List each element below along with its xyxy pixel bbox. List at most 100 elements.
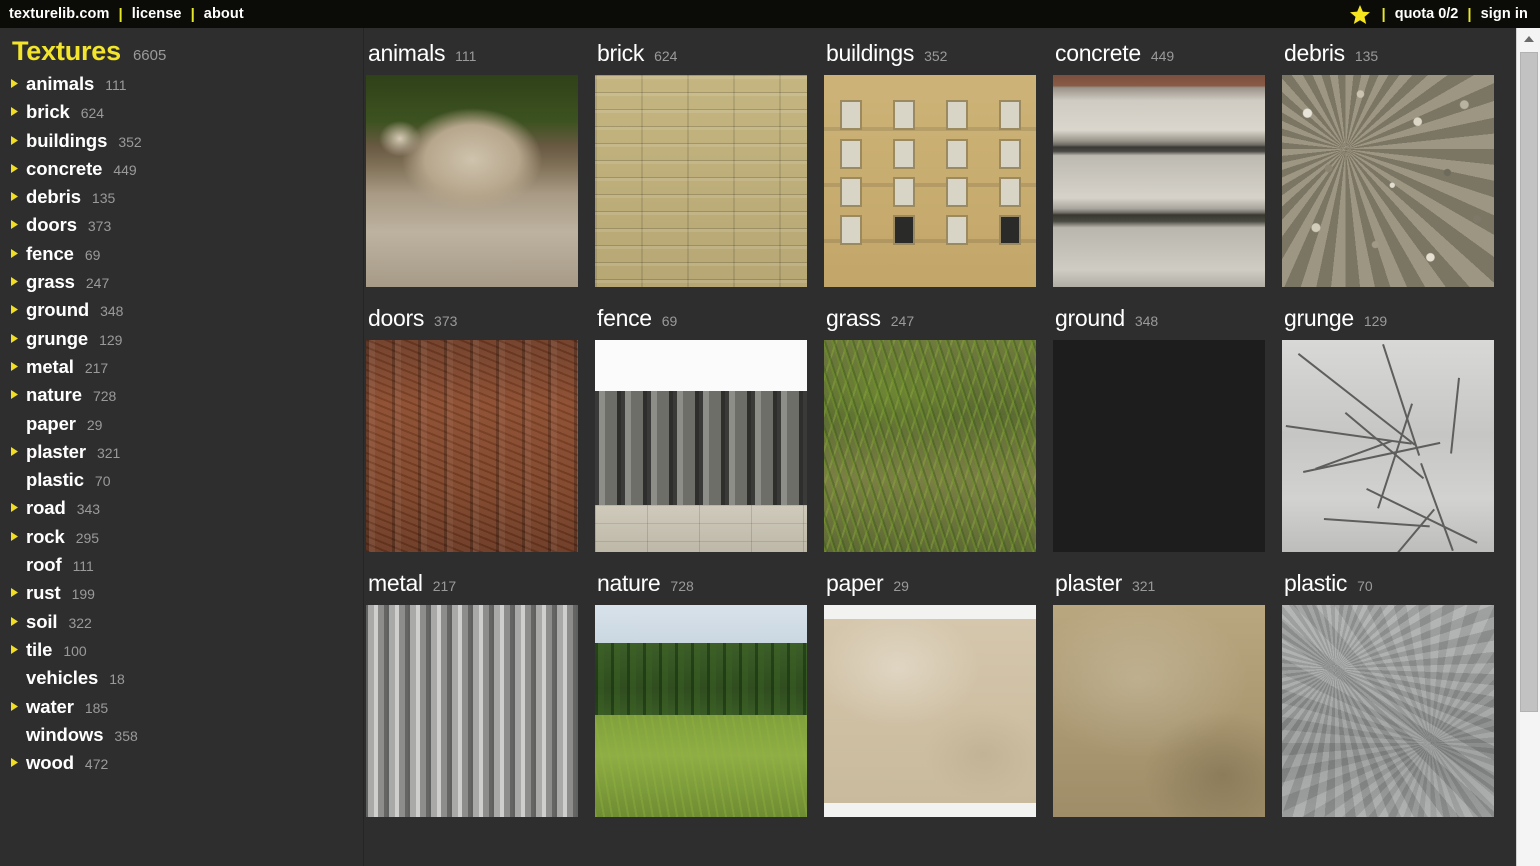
sidebar-item-doors[interactable]: doors 373 bbox=[0, 214, 364, 242]
sidebar-item-rock[interactable]: rock 295 bbox=[0, 526, 364, 554]
sidebar-item-wood[interactable]: wood 472 bbox=[0, 752, 364, 780]
sidebar-item-concrete[interactable]: concrete 449 bbox=[0, 158, 364, 186]
texture-tile-doors[interactable]: doors 373 bbox=[366, 305, 595, 570]
tile-thumbnail-brick[interactable] bbox=[595, 75, 807, 287]
vertical-scrollbar[interactable] bbox=[1516, 28, 1540, 866]
tile-thumbnail-nature[interactable] bbox=[595, 605, 807, 817]
texture-tile-nature[interactable]: nature 728 bbox=[595, 570, 824, 835]
sidebar-item-windows[interactable]: windows 358 bbox=[0, 724, 364, 752]
sidebar-item-debris[interactable]: debris 135 bbox=[0, 186, 364, 214]
texture-tile-plaster[interactable]: plaster 321 bbox=[1053, 570, 1282, 835]
about-link[interactable]: about bbox=[204, 6, 244, 22]
sidebar-item-plastic[interactable]: plastic 70 bbox=[0, 469, 364, 497]
sidebar-item-nature[interactable]: nature 728 bbox=[0, 384, 364, 412]
tile-title[interactable]: nature bbox=[597, 570, 661, 597]
texture-tile-metal[interactable]: metal 217 bbox=[366, 570, 595, 835]
sidebar-item-grunge[interactable]: grunge 129 bbox=[0, 328, 364, 356]
tile-title[interactable]: paper bbox=[826, 570, 884, 597]
expand-triangle-icon[interactable] bbox=[10, 163, 26, 174]
tile-thumbnail-fence[interactable] bbox=[595, 340, 807, 552]
expand-triangle-icon[interactable] bbox=[10, 531, 26, 542]
sidebar-item-rust[interactable]: rust 199 bbox=[0, 582, 364, 610]
sidebar-item-vehicles[interactable]: vehicles 18 bbox=[0, 667, 364, 695]
sidebar-item-grass[interactable]: grass 247 bbox=[0, 271, 364, 299]
tile-title[interactable]: animals bbox=[368, 40, 445, 67]
texture-tile-paper[interactable]: paper 29 bbox=[824, 570, 1053, 835]
sidebar-item-paper[interactable]: paper 29 bbox=[0, 413, 364, 441]
texture-tile-buildings[interactable]: buildings 352 bbox=[824, 40, 1053, 305]
tile-title[interactable]: plastic bbox=[1284, 570, 1347, 597]
expand-triangle-icon[interactable] bbox=[10, 701, 26, 712]
expand-triangle-icon[interactable] bbox=[10, 587, 26, 598]
tile-title[interactable]: plaster bbox=[1055, 570, 1122, 597]
home-link[interactable]: texturelib.com bbox=[9, 6, 110, 22]
window-pane bbox=[945, 138, 968, 169]
sidebar-item-road[interactable]: road 343 bbox=[0, 497, 364, 525]
expand-triangle-icon[interactable] bbox=[10, 757, 26, 768]
license-link[interactable]: license bbox=[132, 6, 182, 22]
expand-triangle-icon[interactable] bbox=[10, 106, 26, 117]
tile-thumbnail-plaster[interactable] bbox=[1053, 605, 1265, 817]
sidebar-item-tile[interactable]: tile 100 bbox=[0, 639, 364, 667]
sidebar-item-roof[interactable]: roof 111 bbox=[0, 554, 364, 582]
tile-thumbnail-buildings[interactable] bbox=[824, 75, 1036, 287]
expand-triangle-icon[interactable] bbox=[10, 276, 26, 287]
texture-tile-animals[interactable]: animals 111 bbox=[366, 40, 595, 305]
texture-tile-fence[interactable]: fence 69 bbox=[595, 305, 824, 570]
tile-thumbnail-doors[interactable] bbox=[366, 340, 578, 552]
sign-in-link[interactable]: sign in bbox=[1481, 6, 1528, 22]
expand-triangle-icon[interactable] bbox=[10, 135, 26, 146]
sidebar-item-plaster[interactable]: plaster 321 bbox=[0, 441, 364, 469]
expand-triangle-icon[interactable] bbox=[10, 389, 26, 400]
expand-triangle-icon[interactable] bbox=[10, 616, 26, 627]
sidebar-item-soil[interactable]: soil 322 bbox=[0, 611, 364, 639]
tile-title[interactable]: brick bbox=[597, 40, 644, 67]
sidebar-item-brick[interactable]: brick 624 bbox=[0, 101, 364, 129]
tile-title[interactable]: grass bbox=[826, 305, 881, 332]
sidebar-item-metal[interactable]: metal 217 bbox=[0, 356, 364, 384]
expand-triangle-icon[interactable] bbox=[10, 644, 26, 655]
expand-triangle-icon[interactable] bbox=[10, 304, 26, 315]
texture-tile-plastic[interactable]: plastic 70 bbox=[1282, 570, 1511, 835]
tile-title[interactable]: fence bbox=[597, 305, 652, 332]
star-icon[interactable] bbox=[1349, 4, 1371, 25]
tile-thumbnail-plastic[interactable] bbox=[1282, 605, 1494, 817]
tile-title[interactable]: grunge bbox=[1284, 305, 1354, 332]
texture-tile-debris[interactable]: debris 135 bbox=[1282, 40, 1511, 305]
scrollbar-thumb[interactable] bbox=[1520, 52, 1538, 712]
tile-title[interactable]: debris bbox=[1284, 40, 1345, 67]
expand-triangle-icon[interactable] bbox=[10, 361, 26, 372]
sidebar-item-ground[interactable]: ground 348 bbox=[0, 299, 364, 327]
texture-tile-brick[interactable]: brick 624 bbox=[595, 40, 824, 305]
expand-triangle-icon[interactable] bbox=[10, 248, 26, 259]
expand-triangle-icon[interactable] bbox=[10, 219, 26, 230]
texture-tile-grass[interactable]: grass 247 bbox=[824, 305, 1053, 570]
tile-thumbnail-debris[interactable] bbox=[1282, 75, 1494, 287]
tile-thumbnail-ground[interactable] bbox=[1053, 340, 1265, 552]
expand-triangle-icon[interactable] bbox=[10, 333, 26, 344]
expand-triangle-icon[interactable] bbox=[10, 446, 26, 457]
sidebar-item-water[interactable]: water 185 bbox=[0, 696, 364, 724]
tile-thumbnail-metal[interactable] bbox=[366, 605, 578, 817]
sidebar-item-fence[interactable]: fence 69 bbox=[0, 243, 364, 271]
tile-title[interactable]: buildings bbox=[826, 40, 914, 67]
expand-triangle-icon[interactable] bbox=[10, 78, 26, 89]
tile-title[interactable]: doors bbox=[368, 305, 424, 332]
tile-thumbnail-concrete[interactable] bbox=[1053, 75, 1265, 287]
tile-thumbnail-paper[interactable] bbox=[824, 605, 1036, 817]
tile-thumbnail-animals[interactable] bbox=[366, 75, 578, 287]
tile-header: plaster 321 bbox=[1053, 570, 1282, 605]
texture-tile-ground[interactable]: ground 348 bbox=[1053, 305, 1282, 570]
expand-triangle-icon[interactable] bbox=[10, 502, 26, 513]
sidebar-item-animals[interactable]: animals 111 bbox=[0, 73, 364, 101]
tile-title[interactable]: concrete bbox=[1055, 40, 1141, 67]
tile-title[interactable]: metal bbox=[368, 570, 423, 597]
texture-tile-concrete[interactable]: concrete 449 bbox=[1053, 40, 1282, 305]
sidebar-item-buildings[interactable]: buildings 352 bbox=[0, 130, 364, 158]
scroll-up-arrow-icon[interactable] bbox=[1517, 28, 1540, 50]
texture-tile-grunge[interactable]: grunge 129 bbox=[1282, 305, 1511, 570]
expand-triangle-icon[interactable] bbox=[10, 191, 26, 202]
tile-title[interactable]: ground bbox=[1055, 305, 1125, 332]
tile-thumbnail-grunge[interactable] bbox=[1282, 340, 1494, 552]
tile-thumbnail-grass[interactable] bbox=[824, 340, 1036, 552]
